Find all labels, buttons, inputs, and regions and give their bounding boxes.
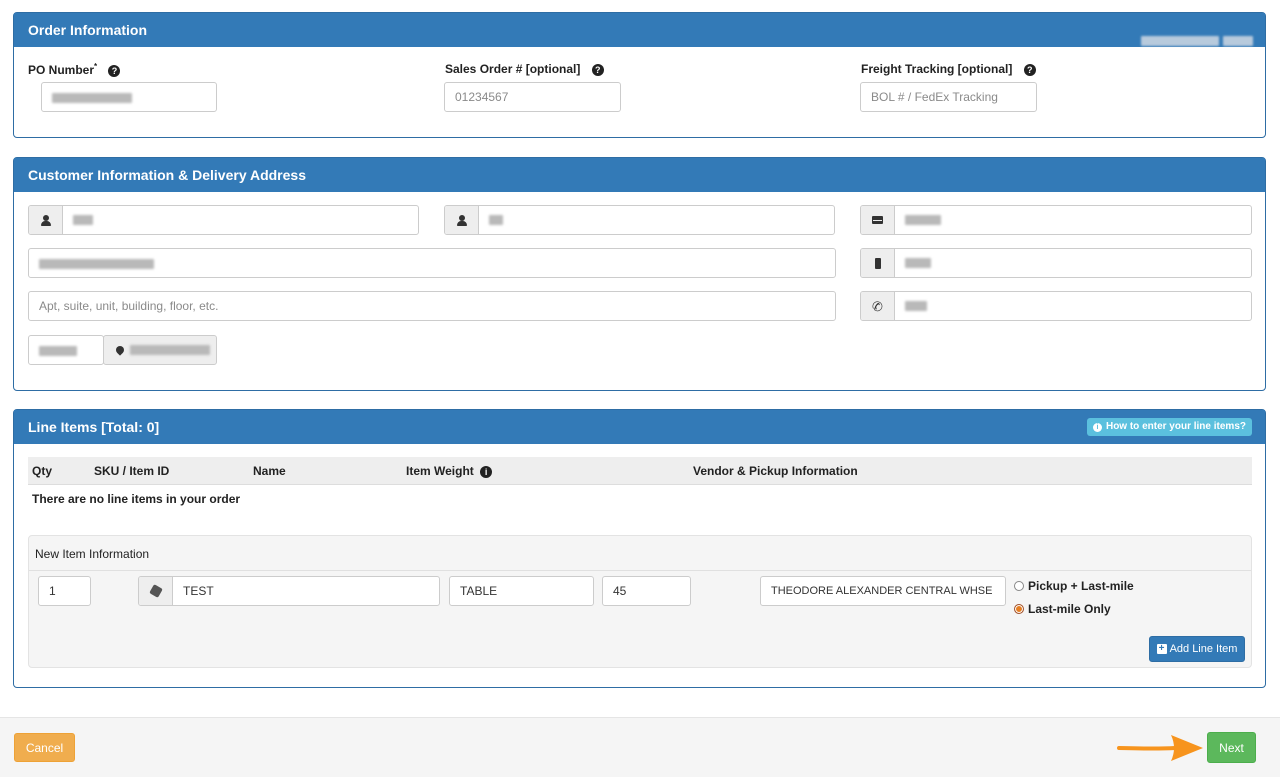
line-items-title: Line Items [Total: 0] <box>28 419 160 435</box>
account-name-redacted <box>1141 24 1253 58</box>
order-information-heading: Order Information <box>14 13 1265 47</box>
po-number-input[interactable] <box>41 82 217 112</box>
order-information-panel: Order Information PO Number* ? Sales Ord… <box>13 12 1266 138</box>
email-field[interactable] <box>860 205 1252 235</box>
next-button[interactable]: Next <box>1207 732 1256 763</box>
envelope-icon <box>861 206 895 234</box>
last-name-field[interactable] <box>444 205 835 235</box>
map-marker-icon <box>114 344 126 356</box>
question-icon[interactable]: ? <box>108 65 121 77</box>
info-icon: i <box>1092 422 1102 432</box>
customer-information-panel: Customer Information & Delivery Address … <box>13 157 1266 391</box>
add-line-item-button[interactable]: + Add Line Item <box>1149 636 1245 662</box>
line-items-heading: Line Items [Total: 0] i How to enter you… <box>14 410 1265 444</box>
zip-code-input[interactable] <box>28 335 104 365</box>
column-name: Name <box>253 464 286 478</box>
cancel-button[interactable]: Cancel <box>14 733 75 762</box>
customer-information-heading: Customer Information & Delivery Address <box>14 158 1265 192</box>
vendor-input[interactable]: THEODORE ALEXANDER CENTRAL WHSE <box>760 576 1006 606</box>
address-line1-input[interactable] <box>28 248 836 278</box>
pickup-last-mile-option[interactable]: Pickup + Last-mile <box>1014 579 1134 593</box>
address-line2-input[interactable]: Apt, suite, unit, building, floor, etc. <box>28 291 836 321</box>
po-number-label: PO Number* ? <box>28 62 121 77</box>
sku-input[interactable]: TEST <box>173 577 439 605</box>
new-item-form: New Item Information 1 TEST TABLE 45 THE… <box>28 535 1252 668</box>
empty-line-items-message: There are no line items in your order <box>32 492 241 506</box>
user-icon <box>445 206 479 234</box>
sales-order-label: Sales Order # [optional] ? <box>445 62 604 76</box>
item-weight-input[interactable]: 45 <box>602 576 691 606</box>
cube-icon <box>139 577 173 605</box>
phone-field[interactable]: ✆ <box>860 291 1252 321</box>
qty-input[interactable]: 1 <box>38 576 91 606</box>
new-item-heading: New Item Information <box>35 547 150 561</box>
freight-tracking-input[interactable]: BOL # / FedEx Tracking <box>860 82 1037 112</box>
mobile-icon <box>861 249 895 277</box>
column-vendor-pickup: Vendor & Pickup Information <box>693 464 858 478</box>
line-items-help-button[interactable]: i How to enter your line items? <box>1086 418 1252 436</box>
question-icon[interactable]: ? <box>591 64 604 76</box>
info-circle-icon: i <box>480 466 493 478</box>
arrow-annotation <box>1117 735 1203 761</box>
column-qty: Qty <box>32 464 53 478</box>
sku-field[interactable]: TEST <box>138 576 440 606</box>
order-information-title: Order Information <box>28 22 148 38</box>
customer-information-title: Customer Information & Delivery Address <box>28 167 306 183</box>
line-items-panel: Line Items [Total: 0] i How to enter you… <box>13 409 1266 688</box>
phone-icon: ✆ <box>861 292 895 320</box>
footer-bar <box>0 717 1280 777</box>
last-mile-only-option[interactable]: Last-mile Only <box>1014 602 1111 616</box>
mobile-phone-field[interactable] <box>860 248 1252 278</box>
question-icon[interactable]: ? <box>1023 64 1036 76</box>
freight-tracking-label: Freight Tracking [optional] ? <box>861 62 1036 76</box>
plus-square-icon: + <box>1156 644 1167 654</box>
first-name-field[interactable] <box>28 205 419 235</box>
sales-order-input[interactable]: 01234567 <box>444 82 621 112</box>
user-icon <box>29 206 63 234</box>
city-state-display <box>103 335 217 365</box>
column-sku: SKU / Item ID <box>94 464 170 478</box>
item-name-input[interactable]: TABLE <box>449 576 594 606</box>
pickup-last-mile-radio[interactable] <box>1014 581 1024 591</box>
column-item-weight: Item Weight i <box>406 457 493 485</box>
line-items-table-header: Qty SKU / Item ID Name Item Weight i Ven… <box>28 457 1252 485</box>
last-mile-only-radio[interactable] <box>1014 604 1024 614</box>
